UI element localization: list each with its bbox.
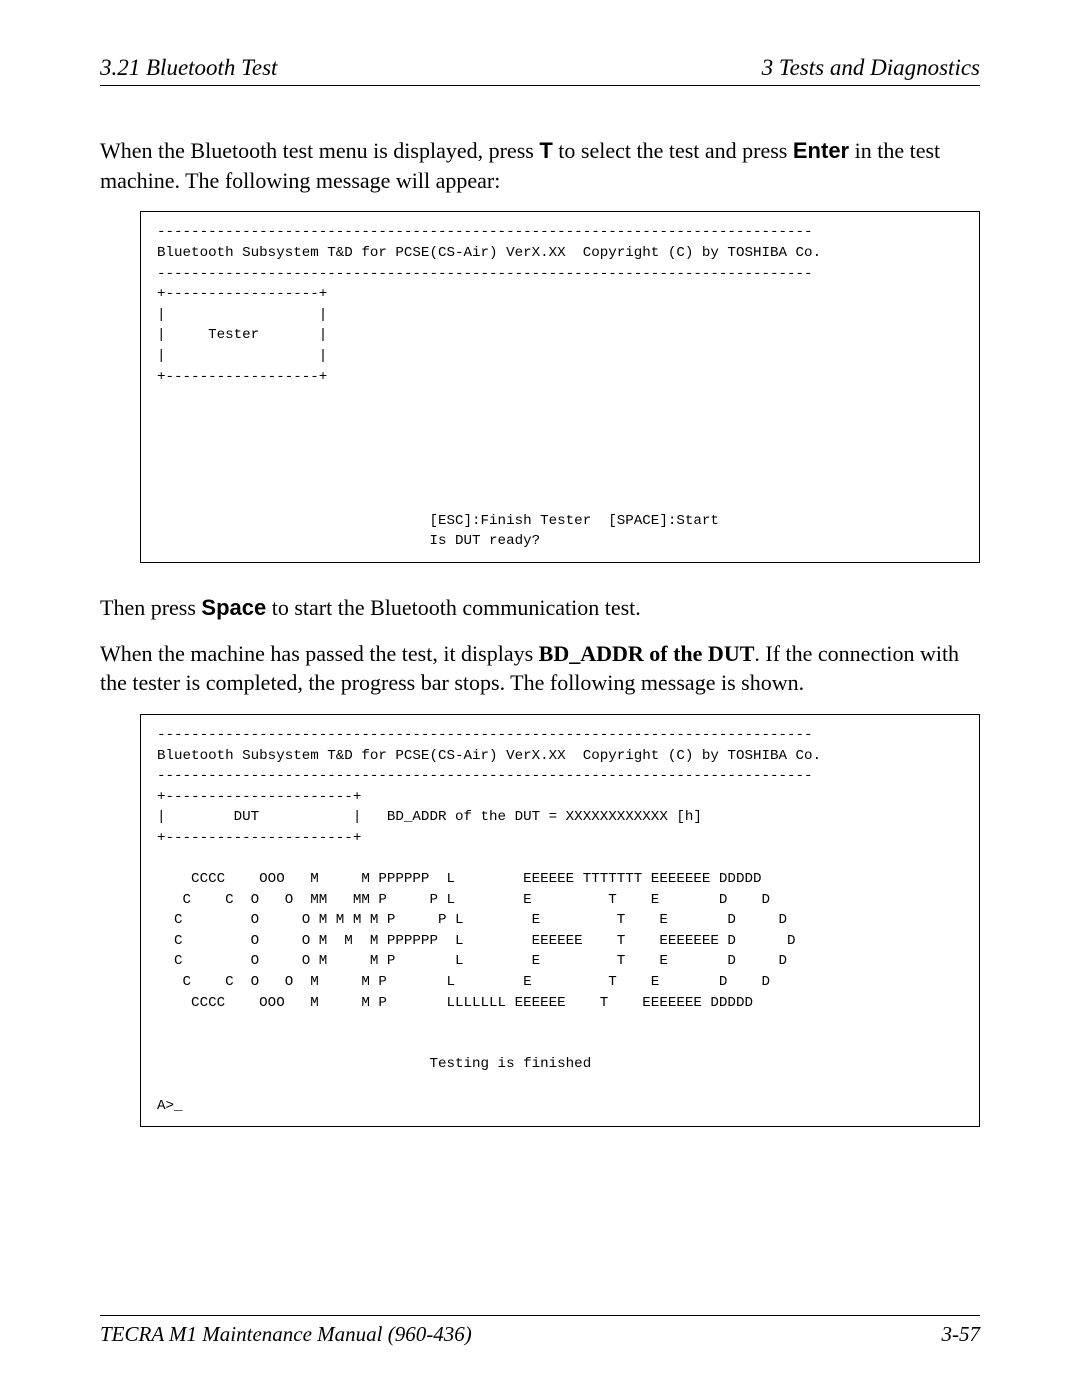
footer-left: TECRA M1 Maintenance Manual (960-436) <box>100 1322 472 1347</box>
p3-bdaddr: BD_ADDR of the DUT <box>539 641 755 666</box>
terminal-output-1: ----------------------------------------… <box>140 211 980 563</box>
paragraph-2: Then press Space to start the Bluetooth … <box>100 593 980 623</box>
paragraph-1: When the Bluetooth test menu is displaye… <box>100 136 980 195</box>
page-footer: TECRA M1 Maintenance Manual (960-436) 3-… <box>100 1315 980 1347</box>
footer-right: 3-57 <box>942 1322 981 1347</box>
p1-key-T: T <box>539 138 552 163</box>
p2-prefix: Then press <box>100 595 201 620</box>
p1-prefix: When the Bluetooth test menu is displaye… <box>100 138 539 163</box>
p2-key-Space: Space <box>201 595 266 620</box>
p1-key-Enter: Enter <box>793 138 849 163</box>
header-right: 3 Tests and Diagnostics <box>762 55 980 81</box>
p3-prefix: When the machine has passed the test, it… <box>100 641 539 666</box>
page: 3.21 Bluetooth Test 3 Tests and Diagnost… <box>0 0 1080 1397</box>
header-left: 3.21 Bluetooth Test <box>100 55 277 81</box>
terminal-output-2: ----------------------------------------… <box>140 714 980 1127</box>
p1-mid: to select the test and press <box>553 138 793 163</box>
page-header: 3.21 Bluetooth Test 3 Tests and Diagnost… <box>100 55 980 86</box>
paragraph-3: When the machine has passed the test, it… <box>100 639 980 698</box>
p2-suffix: to start the Bluetooth communication tes… <box>266 595 641 620</box>
